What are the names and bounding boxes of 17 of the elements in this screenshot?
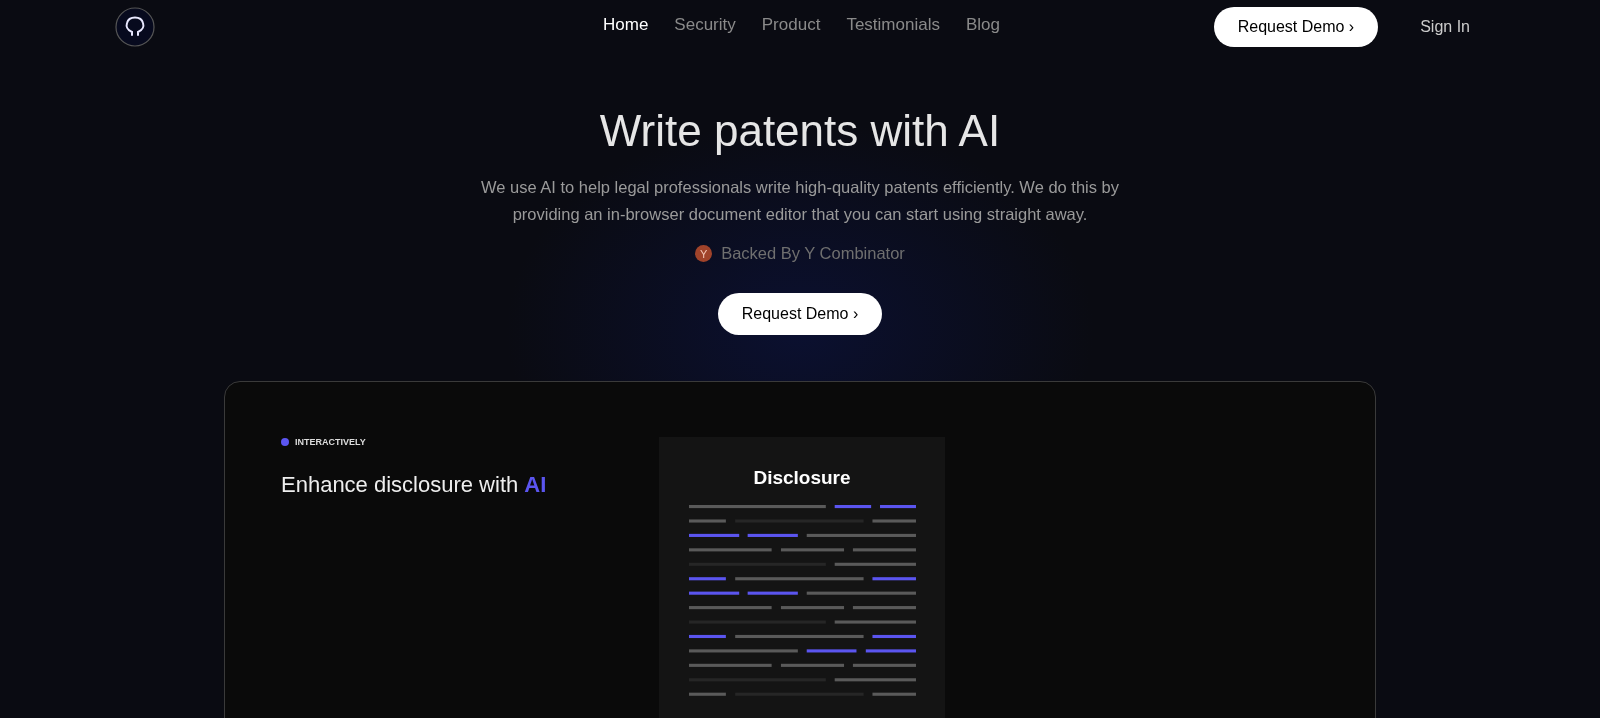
dot-icon	[281, 438, 289, 446]
request-demo-button[interactable]: Request Demo ›	[717, 293, 883, 335]
document-title: Disclosure	[753, 467, 851, 489]
logo-icon[interactable]	[115, 7, 155, 47]
nav-link[interactable]: Blog	[965, 15, 1000, 35]
hero-title: Write patents with AI	[599, 106, 1001, 156]
hero-description: We use AI to help legal professionals write high-quality patents efficiently. We do this by providing an in-browser document editor that you can start using straight away.	[479, 177, 1120, 225]
combinator-badge: Y	[695, 245, 713, 262]
nav-link[interactable]: Product	[761, 15, 821, 35]
showcase-headline: Enhance disclosure with AI	[281, 472, 548, 498]
sign-in-link[interactable]: Sign In	[1420, 18, 1470, 36]
backed-by-text: Backed By Y Combinator	[721, 244, 905, 263]
section-tag: INTERACTIVELY	[295, 437, 366, 447]
nav-link[interactable]: Home	[603, 15, 649, 35]
nav-link[interactable]: Security	[674, 15, 736, 35]
request-demo-button[interactable]: Request Demo ›	[1213, 7, 1379, 47]
nav-link[interactable]: Testimonials	[846, 15, 940, 35]
